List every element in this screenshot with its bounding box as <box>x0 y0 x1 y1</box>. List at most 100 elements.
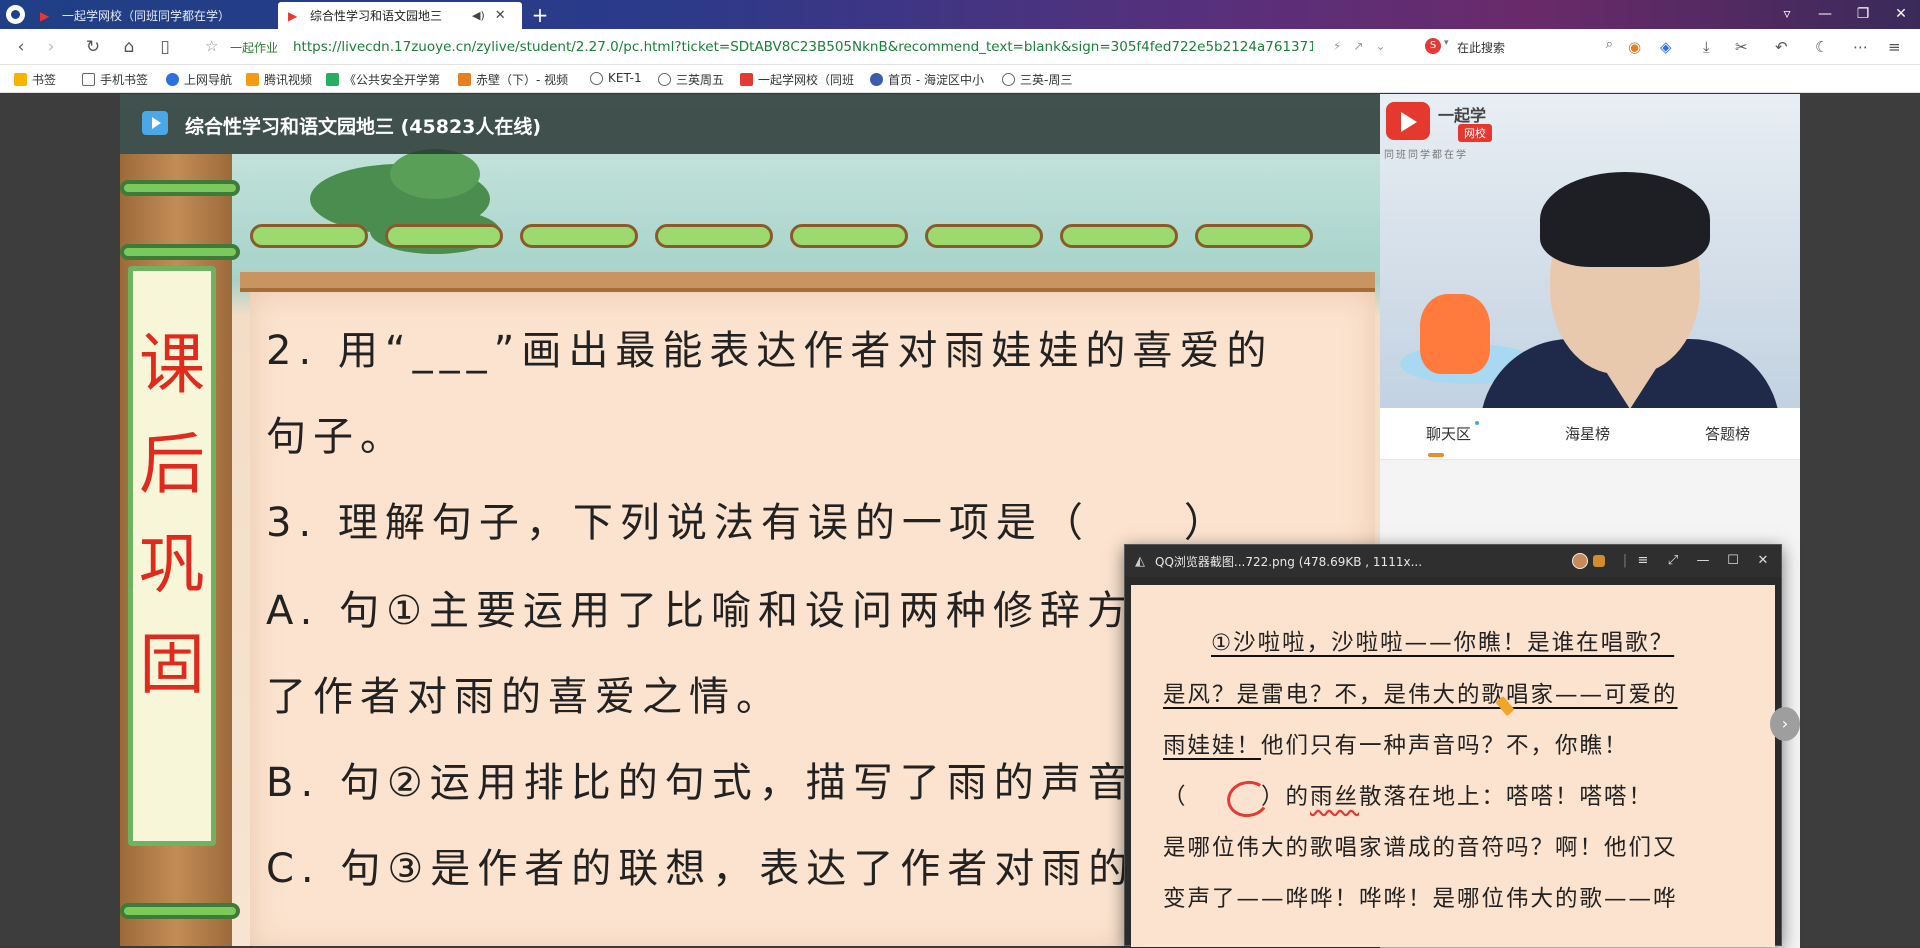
fullscreen-icon[interactable]: ⤢ <box>1661 551 1685 571</box>
address-bar: ‹ › ↻ ⌂ ▯ ☆ 一起作业 https://livecdn.17zuoye… <box>0 29 1920 65</box>
scroll-pole <box>120 180 240 196</box>
bookmark-item[interactable]: 上网导航 <box>166 71 232 88</box>
reload-button[interactable]: ↻ <box>80 35 106 59</box>
minimize-button[interactable]: — <box>1691 551 1715 571</box>
brand-slogan: 同班同学都在学 <box>1384 150 1468 161</box>
browser-logo-icon[interactable] <box>6 5 25 24</box>
teacher-video: 一起学 网校 同班同学都在学 <box>1380 94 1800 408</box>
question-line: 句子。 <box>266 414 407 460</box>
bookmark-item[interactable]: KET-1 <box>590 71 642 85</box>
passage-line: 变声了——哗哗！哗哗！是哪位伟大的歌——哗 <box>1163 886 1678 912</box>
bead-rail <box>240 224 1380 264</box>
lesson-title: 综合性学习和语文园地三 (45823人在线) <box>185 116 542 138</box>
viewer-title: QQ浏览器截图...722.png (478.69KB , 1111x... <box>1155 555 1423 569</box>
tab-label: 综合性学习和语文园地三 <box>310 9 443 23</box>
scroll-pole <box>120 903 240 919</box>
search-icon[interactable]: ⌕ <box>1606 37 1613 52</box>
option-c-line: C. 句③是作者的联想，表达了作者对雨的 <box>266 846 1136 892</box>
game-icon[interactable]: ◉ <box>1628 38 1641 56</box>
haidian-icon <box>870 73 883 86</box>
minimize-button[interactable]: — <box>1806 0 1844 29</box>
shield-icon[interactable]: ◈ <box>1660 38 1672 56</box>
scissors-icon[interactable]: ✂ <box>1735 38 1748 56</box>
passage-line: 是哪位伟大的歌唱家谱成的音符吗？啊！他们又 <box>1163 835 1678 861</box>
bead-decoration <box>520 224 638 248</box>
bead-decoration <box>250 224 368 248</box>
teacher-hair <box>1540 172 1710 267</box>
tab-lesson[interactable]: ▶ 综合性学习和语文园地三 ◀) ✕ <box>278 2 522 29</box>
live-tv-icon <box>142 111 168 135</box>
home-button[interactable]: ⌂ <box>116 35 142 59</box>
side-char: 固 <box>139 626 205 703</box>
shield-icon[interactable] <box>1593 555 1605 567</box>
download-icon[interactable]: ⤓ <box>1703 38 1710 56</box>
chevron-down-icon: ▾ <box>1444 38 1449 48</box>
new-tab-button[interactable]: + <box>528 3 552 27</box>
shirt-icon[interactable]: ▿ <box>1768 0 1806 29</box>
close-tab-icon[interactable]: ✕ <box>495 8 506 23</box>
reader-icon[interactable]: ▯ <box>152 35 178 59</box>
side-char: 后 <box>139 426 205 503</box>
site-tag: 一起作业 <box>230 41 279 55</box>
bookmark-star-icon[interactable]: ☆ <box>205 37 218 55</box>
mascot-toy <box>1420 294 1490 374</box>
tab-chat[interactable]: 聊天区 <box>1426 421 1480 457</box>
maximize-button[interactable]: ☐ <box>1721 551 1745 571</box>
globe-icon <box>590 71 603 85</box>
night-mode-icon[interactable]: ☾ <box>1815 38 1828 56</box>
active-tab-indicator <box>1428 453 1444 457</box>
lesson-title-bar: 综合性学习和语文园地三 (45823人在线) <box>120 94 1380 154</box>
bookmark-item[interactable]: 三英周五 <box>658 71 724 88</box>
bookmark-item[interactable]: 一起学网校（同班 <box>740 71 854 88</box>
cctv-icon <box>326 73 339 86</box>
tab-starfish-rank[interactable]: 海星榜 <box>1565 423 1610 444</box>
brand-name: 一起学 <box>1438 106 1487 125</box>
viewer-image[interactable]: ①沙啦啦，沙啦啦——你瞧！是谁在唱歌？ 是风？是雷电？不，是伟大的歌唱家——可爱… <box>1131 585 1775 947</box>
bead-decoration <box>790 224 908 248</box>
yiqixue-favicon-icon: ▶ <box>288 8 298 23</box>
back-button[interactable]: ‹ <box>8 35 34 59</box>
scroll-pole <box>120 244 240 260</box>
bookmark-item[interactable]: 首页 - 海淀区中小 <box>870 71 984 88</box>
bookmark-item[interactable]: 书签 <box>14 71 56 88</box>
bead-decoration <box>1060 224 1178 248</box>
tree-decoration <box>390 149 480 199</box>
yiqixue-favicon-icon <box>740 73 753 86</box>
bookmark-item[interactable]: 《公共安全开学第 <box>326 71 440 88</box>
notification-dot <box>1475 421 1480 425</box>
avatar[interactable] <box>1572 553 1588 569</box>
forward-button[interactable]: › <box>38 35 64 59</box>
close-button[interactable]: ✕ <box>1751 551 1775 571</box>
more-icon[interactable]: ⋯ <box>1853 38 1868 56</box>
tab-yiqixue[interactable]: ▶ 一起学网校（同班同学都在学） <box>30 2 275 29</box>
search-placeholder: 在此搜索 <box>1457 41 1506 55</box>
side-char: 巩 <box>139 526 205 603</box>
undo-icon[interactable]: ↶ <box>1775 38 1788 56</box>
speaker-icon[interactable]: ◀) <box>472 9 485 22</box>
menu-icon[interactable]: ≡ <box>1631 551 1655 571</box>
bookmark-item[interactable]: 赤壁（下）- 视频 <box>458 71 568 88</box>
url-action-icons[interactable]: ⚡↗⌄ <box>1333 39 1398 53</box>
side-char: 课 <box>139 326 205 403</box>
yiqixue-logo-icon <box>1386 102 1430 140</box>
tab-label: 一起学网校（同班同学都在学） <box>62 9 231 23</box>
option-b-line: B. 句②运用排比的句式，描写了雨的声音 <box>266 760 1135 806</box>
question-line: 2. 用“___”画出最能表达作者对雨娃娃的喜爱的 <box>266 328 1274 374</box>
passage-line: 是风？是雷电？不，是伟大的歌唱家——可爱的 <box>1163 682 1678 708</box>
star-icon <box>14 73 27 86</box>
search-box[interactable]: S ▾ 在此搜索 ⌕ <box>1422 37 1615 57</box>
tab-answer-rank[interactable]: 答题榜 <box>1705 423 1750 444</box>
video-icon <box>458 73 471 86</box>
menu-icon[interactable]: ≡ <box>1888 38 1901 56</box>
bookmark-item[interactable]: 手机书签 <box>82 71 148 88</box>
url-field[interactable]: https://livecdn.17zuoye.cn/zylive/studen… <box>293 39 1313 55</box>
restore-button[interactable]: ❐ <box>1844 0 1882 29</box>
bookmarks-bar: 书签 手机书签 上网导航 腾讯视频 《公共安全开学第 赤壁（下）- 视频 KET… <box>0 65 1920 93</box>
passage-line: 雨娃娃！他们只有一种声音吗？不，你瞧！ <box>1163 733 1629 759</box>
phone-icon <box>82 73 95 86</box>
collapse-arrow-icon[interactable]: › <box>1770 707 1800 741</box>
close-window-button[interactable]: ✕ <box>1882 0 1920 29</box>
viewer-titlebar[interactable]: ◭ QQ浏览器截图...722.png (478.69KB , 1111x...… <box>1125 545 1781 577</box>
bookmark-item[interactable]: 三英-周三 <box>1002 71 1072 88</box>
bookmark-item[interactable]: 腾讯视频 <box>246 71 312 88</box>
